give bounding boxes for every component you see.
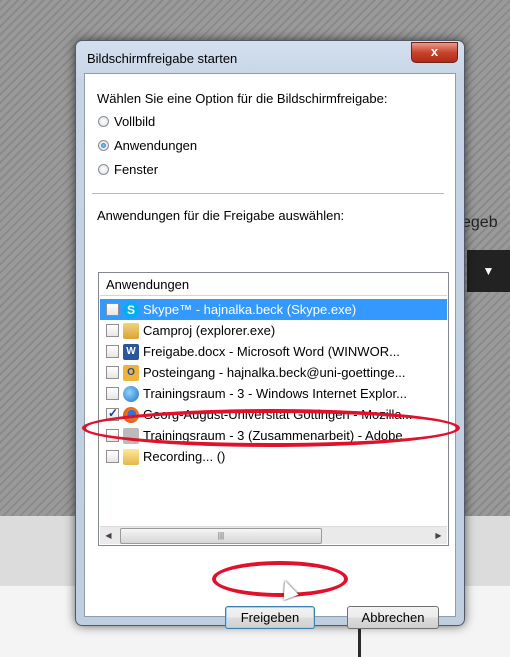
checkbox-internet-explorer[interactable] [106,387,119,400]
application-list[interactable]: Anwendungen S Skype™ - hajnalka.beck (Sk… [98,272,449,546]
list-item-label: Georg-August-Universität Göttingen - Moz… [143,407,413,422]
checkbox-recording[interactable] [106,450,119,463]
checkbox-firefox[interactable] [106,406,119,421]
firefox-icon [123,406,139,423]
list-item-firefox[interactable]: Georg-August-Universität Göttingen - Moz… [100,404,447,425]
list-item-label: Trainingsraum - 3 - Windows Internet Exp… [143,386,407,401]
list-item-label: Posteingang - hajnalka.beck@uni-goetting… [143,365,406,380]
cancel-button[interactable]: Abbrechen [347,606,439,629]
list-item-outlook[interactable]: O Posteingang - hajnalka.beck@uni-goetti… [100,362,447,383]
option-applications[interactable]: Anwendungen [98,136,197,154]
share-button[interactable]: Freigeben [225,606,315,629]
skype-icon: S [123,301,139,318]
list-item-adobe[interactable]: Trainingsraum - 3 (Zusammenarbeit) - Ado… [100,425,447,446]
list-header: Anwendungen [100,274,447,296]
outlook-icon: O [123,364,139,381]
radio-fullscreen[interactable] [98,115,109,127]
option-window-label: Fenster [114,161,159,177]
list-item-label: Trainingsraum - 3 (Zusammenarbeit) - Ado… [143,428,414,443]
list-item-word[interactable]: W Freigabe.docx - Microsoft Word (WINWOR… [100,341,447,362]
close-button[interactable]: x [411,42,458,63]
list-item-recording[interactable]: Recording... () [100,446,447,467]
title-bar[interactable]: Bildschirmfreigabe starten x [76,41,464,73]
checkbox-skype[interactable] [106,303,119,316]
option-window[interactable]: Fenster [98,160,158,178]
folder-icon [123,448,139,465]
folder-icon [123,322,139,339]
checkbox-outlook[interactable] [106,366,119,379]
list-item-skype[interactable]: S Skype™ - hajnalka.beck (Skype.exe) [100,299,447,320]
list-item-label: Recording... () [143,449,226,464]
scroll-left-icon[interactable]: ◀ [100,527,117,544]
option-fullscreen-label: Vollbild [114,113,156,129]
separator [92,193,444,194]
option-prompt: Wählen Sie eine Option für die Bildschir… [97,91,388,106]
list-rows: S Skype™ - hajnalka.beck (Skype.exe) Cam… [100,299,447,467]
internet-explorer-icon [123,385,139,402]
apps-prompt: Anwendungen für die Freigabe auswählen: [97,208,345,223]
list-item-label: Skype™ - hajnalka.beck (Skype.exe) [143,302,357,317]
list-item-label: Freigabe.docx - Microsoft Word (WINWOR..… [143,344,400,359]
scroll-right-icon[interactable]: ▶ [430,527,447,544]
option-applications-label: Anwendungen [114,137,198,153]
dialog-content: Wählen Sie eine Option für die Bildschir… [84,73,456,629]
word-icon: W [123,343,139,360]
background-partial-label: egeb [462,214,498,231]
list-item-label: Camproj (explorer.exe) [143,323,276,338]
screen-share-dialog: Bildschirmfreigabe starten x Wählen Sie … [75,40,465,629]
checkbox-camproj[interactable] [106,324,119,337]
radio-window[interactable] [98,163,109,175]
scrollbar-thumb[interactable]: ||| [120,528,322,544]
checkbox-adobe[interactable] [106,429,119,442]
background-dropdown-button[interactable]: ▼ [467,250,510,292]
adobe-icon [123,427,139,444]
dropdown-arrow-icon: ▼ [482,264,495,278]
close-icon: x [430,44,439,59]
dialog-title: Bildschirmfreigabe starten [87,51,238,66]
radio-applications[interactable] [98,139,109,151]
horizontal-scrollbar[interactable]: ◀ ||| ▶ [100,526,447,544]
checkbox-word[interactable] [106,345,119,358]
option-fullscreen[interactable]: Vollbild [98,112,155,130]
list-item-camproj[interactable]: Camproj (explorer.exe) [100,320,447,341]
list-item-internet-explorer[interactable]: Trainingsraum - 3 - Windows Internet Exp… [100,383,447,404]
